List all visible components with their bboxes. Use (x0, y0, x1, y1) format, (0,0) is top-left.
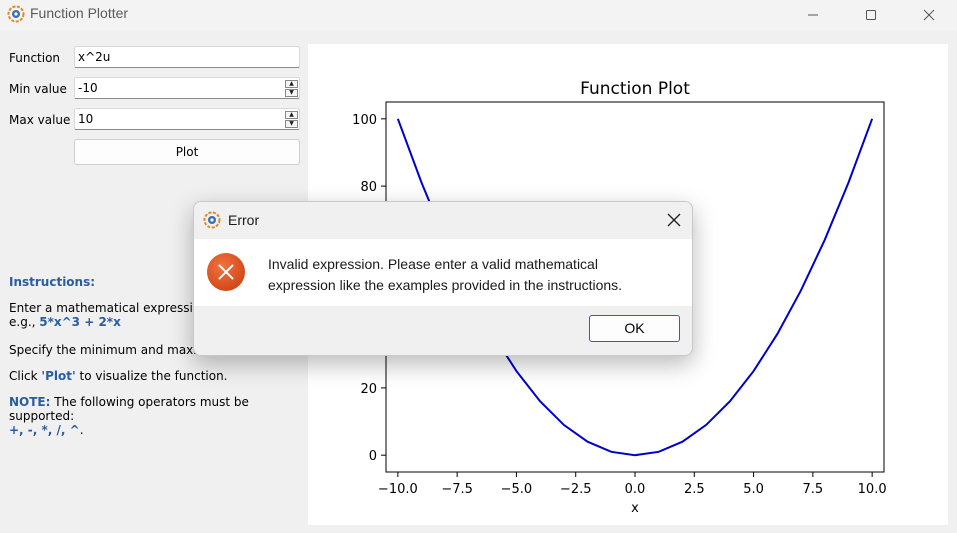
y-tick-label: 100 (352, 113, 377, 128)
window-close-button[interactable] (906, 0, 952, 30)
plot-button[interactable]: Plot (74, 139, 300, 165)
y-tick-label: 0 (369, 449, 377, 464)
dialog-body: Invalid expression. Please enter a valid… (194, 239, 692, 306)
x-axis-label: x (631, 501, 639, 516)
x-tick-label: −2.5 (560, 482, 592, 497)
x-tick-label: −10.0 (378, 482, 418, 497)
max-value-spin-buttons[interactable]: ▲ ▼ (285, 111, 298, 128)
max-value-spinbox[interactable]: 10 ▲ ▼ (74, 108, 300, 130)
instruction-1-eg: e.g., (9, 315, 40, 329)
error-icon (207, 253, 245, 291)
instruction-3-pre: Click (9, 369, 42, 383)
min-value-spin-buttons[interactable]: ▲ ▼ (285, 80, 298, 97)
x-tick-label: −7.5 (441, 482, 473, 497)
instruction-line-3: Click 'Plot' to visualize the function. (9, 369, 228, 383)
x-tick-label: 7.5 (803, 482, 824, 497)
max-value-text: 10 (78, 112, 94, 126)
dialog-title-bar: Error (194, 202, 692, 239)
y-tick-label: 80 (360, 180, 377, 195)
dialog-title: Error (228, 212, 260, 228)
min-spin-down-icon[interactable]: ▼ (285, 89, 298, 97)
x-tick-label: 2.5 (684, 482, 705, 497)
min-spin-up-icon[interactable]: ▲ (285, 80, 298, 88)
instructions-heading: Instructions: (9, 275, 96, 289)
window-title: Function Plotter (30, 5, 129, 21)
instruction-note: NOTE: The following operators must be su… (9, 395, 309, 437)
instruction-1-text: Enter a mathematical expression (9, 301, 208, 315)
note-label: NOTE: (9, 395, 51, 409)
min-value-text: -10 (78, 81, 98, 95)
max-value-label: Max value (9, 113, 71, 127)
app-logo-icon (203, 211, 221, 229)
error-message: Invalid expression. Please enter a valid… (268, 256, 623, 293)
function-label: Function (9, 51, 61, 65)
y-tick-label: 20 (360, 382, 377, 397)
title-bar: Function Plotter (0, 0, 957, 30)
note-end: . (79, 423, 84, 437)
close-icon (923, 9, 935, 21)
x-tick-label: 5.0 (743, 482, 764, 497)
maximize-icon (866, 10, 876, 20)
instruction-3-bold: 'Plot' (41, 369, 76, 383)
error-dialog: Error Invalid expression. Please enter a… (193, 201, 693, 356)
min-value-spinbox[interactable]: -10 ▲ ▼ (74, 77, 300, 99)
instruction-line-2: Specify the minimum and maxim (9, 343, 209, 357)
minimize-button[interactable] (790, 0, 836, 30)
function-input[interactable]: x^2u (74, 46, 300, 68)
max-spin-up-icon[interactable]: ▲ (285, 111, 298, 119)
min-value-label: Min value (9, 82, 67, 96)
close-icon (667, 213, 681, 227)
instruction-1-example: 5*x^3 + 2*x (39, 315, 121, 329)
minimize-icon (808, 14, 818, 16)
max-spin-down-icon[interactable]: ▼ (285, 120, 298, 128)
note-operators: +, -, *, /, ^ (9, 423, 80, 437)
instruction-3-post: to visualize the function. (75, 369, 228, 383)
dialog-close-button[interactable] (662, 208, 686, 232)
function-input-value: x^2u (78, 50, 111, 64)
x-tick-label: 10.0 (858, 482, 887, 497)
maximize-button[interactable] (848, 0, 894, 30)
instruction-line-1: Enter a mathematical expression e.g., 5*… (9, 301, 208, 329)
ok-button[interactable]: OK (589, 315, 680, 342)
x-tick-label: 0.0 (625, 482, 646, 497)
x-tick-label: −5.0 (501, 482, 533, 497)
chart-title: Function Plot (580, 79, 690, 99)
app-logo-icon (7, 5, 25, 23)
